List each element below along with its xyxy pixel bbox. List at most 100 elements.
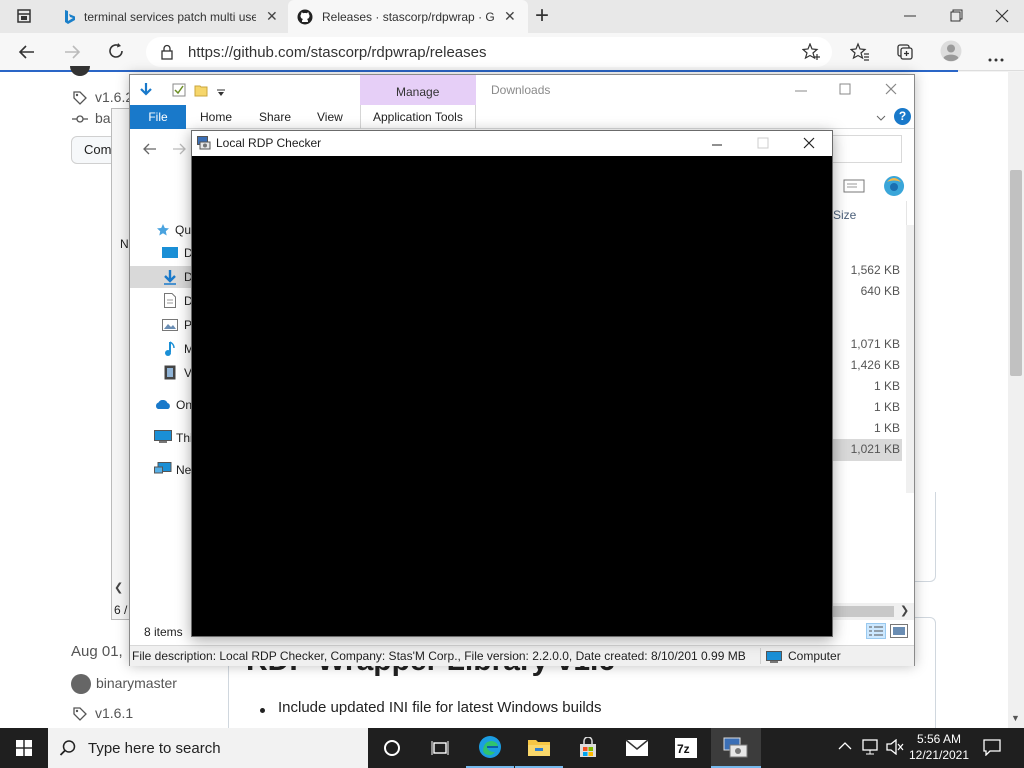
tab-github-releases[interactable]: Releases · stascorp/rdpwrap · Git ✕ xyxy=(288,0,528,33)
tab-file-label: File xyxy=(148,110,168,124)
preview-pane-icon[interactable] xyxy=(843,179,865,196)
avatar xyxy=(70,66,90,76)
rdp-checker-taskbar-icon[interactable] xyxy=(711,728,761,768)
file-size: 1 KB xyxy=(873,400,900,414)
details-view-icon[interactable] xyxy=(866,623,886,642)
back-arrow-icon[interactable] xyxy=(17,42,37,65)
forward-arrow-icon[interactable] xyxy=(62,42,82,65)
tab-title: Releases · stascorp/rdpwrap · Git xyxy=(322,9,494,24)
page-scrollbar-thumb[interactable] xyxy=(1010,170,1022,376)
mail-icon[interactable] xyxy=(613,728,661,768)
more-menu-icon[interactable] xyxy=(988,51,1004,65)
restore-icon[interactable] xyxy=(944,8,968,24)
file-size: 1 KB xyxy=(873,379,900,393)
close-window-icon[interactable] xyxy=(990,8,1014,24)
clock-date: 12/21/2021 xyxy=(908,748,970,762)
customize-dropdown-icon[interactable] xyxy=(216,86,226,100)
profile-avatar[interactable] xyxy=(940,40,962,65)
help-icon[interactable]: ? xyxy=(894,108,911,125)
music-icon xyxy=(164,341,176,360)
file-explorer-icon[interactable] xyxy=(515,728,563,768)
page-status-text: 6 / xyxy=(114,603,128,617)
new-tab-button[interactable]: + xyxy=(535,2,549,30)
scroll-down-arrow[interactable]: ▼ xyxy=(1011,713,1020,723)
network-icon[interactable] xyxy=(862,739,880,758)
lock-icon[interactable] xyxy=(160,44,174,64)
rdp-app-icon xyxy=(197,136,211,153)
release-tag-bottom[interactable]: v1.6.1 xyxy=(95,705,133,721)
windows-start-icon[interactable] xyxy=(0,728,48,768)
collections-icon[interactable] xyxy=(895,42,915,65)
edge-icon[interactable] xyxy=(466,728,514,768)
tab-file[interactable]: File xyxy=(130,105,186,129)
search-placeholder: Type here to search xyxy=(88,739,221,757)
chevron-down-icon[interactable] xyxy=(876,111,886,125)
quick-access-down-icon[interactable] xyxy=(138,82,154,101)
tab-bing-search[interactable]: terminal services patch multi use ✕ xyxy=(56,0,284,33)
branch-text[interactable]: ba xyxy=(95,110,111,126)
nav-item-network[interactable]: Ne xyxy=(154,459,194,479)
tab-share[interactable]: Share xyxy=(259,105,291,129)
taskbar: Type here to search 7z 5:56 AM 12/21/202… xyxy=(0,728,1024,768)
store-icon[interactable] xyxy=(564,728,612,768)
task-view-icon[interactable] xyxy=(416,728,464,768)
close-window-icon[interactable] xyxy=(885,83,897,98)
tab-view[interactable]: View xyxy=(317,105,343,129)
volume-icon[interactable] xyxy=(886,738,904,758)
video-icon xyxy=(164,365,176,383)
nav-item-quick-access[interactable]: Qu xyxy=(156,221,196,241)
back-arrow-icon[interactable] xyxy=(143,143,157,158)
rdp-session-area[interactable] xyxy=(192,156,832,636)
close-tab-icon[interactable]: ✕ xyxy=(266,8,278,25)
author-name[interactable]: binarymaster xyxy=(96,675,177,691)
action-center-icon[interactable] xyxy=(983,739,1001,759)
close-tab-icon[interactable]: ✕ xyxy=(504,8,516,25)
forward-arrow-icon[interactable] xyxy=(172,143,186,158)
release-note: Include updated INI file for latest Wind… xyxy=(278,699,602,716)
computer-icon xyxy=(154,430,172,447)
taskbar-search[interactable]: Type here to search xyxy=(48,728,368,768)
maximize-icon[interactable] xyxy=(839,83,851,98)
scroll-right-arrow[interactable]: ❯ xyxy=(900,604,909,617)
tab-home[interactable]: Home xyxy=(200,105,232,129)
show-hidden-icons[interactable] xyxy=(838,740,852,754)
horizontal-scrollbar[interactable]: ❯ xyxy=(830,603,914,620)
tab-title: terminal services patch multi use xyxy=(84,9,256,24)
clock[interactable]: 5:56 AM 12/21/2021 xyxy=(904,731,974,765)
add-favorite-icon[interactable] xyxy=(801,42,822,65)
minimize-icon[interactable] xyxy=(711,139,723,153)
large-icons-view-icon[interactable] xyxy=(890,624,908,641)
properties-icon[interactable] xyxy=(172,83,186,100)
horizontal-scrollbar-thumb[interactable] xyxy=(830,606,894,617)
nav-item-downloads[interactable]: D xyxy=(130,266,193,288)
refresh-icon[interactable] xyxy=(106,41,126,64)
minimize-icon[interactable] xyxy=(898,8,922,24)
network-icon xyxy=(154,462,172,479)
search-box[interactable] xyxy=(830,135,902,163)
svg-text:7z: 7z xyxy=(677,742,690,756)
nav-label: Qu xyxy=(175,223,192,237)
maximize-icon-disabled xyxy=(757,137,769,152)
favorites-icon[interactable] xyxy=(849,42,870,65)
list-vertical-scrollbar[interactable] xyxy=(906,225,914,493)
release-tag-top[interactable]: v1.6.2 xyxy=(95,89,133,105)
new-folder-icon[interactable] xyxy=(194,83,208,100)
close-window-icon[interactable] xyxy=(803,137,815,152)
search-icon xyxy=(48,739,88,757)
column-header-size[interactable]: Size xyxy=(833,208,856,222)
tab-actions-icon[interactable] xyxy=(16,8,32,24)
rdp-checker-titlebar[interactable]: Local RDP Checker xyxy=(192,131,832,156)
nav-item-this-pc[interactable]: Thi xyxy=(154,427,194,447)
nav-item-onedrive[interactable]: On xyxy=(154,395,194,415)
items-count: 8 items xyxy=(144,625,183,639)
file-description: File description: Local RDP Checker, Com… xyxy=(132,649,746,663)
tab-application-tools[interactable]: Application Tools xyxy=(373,105,463,129)
scroll-left-arrow[interactable]: ❮ xyxy=(114,581,123,594)
pictures-icon xyxy=(162,319,178,334)
address-bar[interactable]: https://github.com/stascorp/rdpwrap/rele… xyxy=(146,37,832,67)
list-header: N xyxy=(120,237,129,251)
media-player-icon[interactable] xyxy=(882,175,906,200)
7zip-icon[interactable]: 7z xyxy=(662,728,710,768)
cortana-icon[interactable] xyxy=(368,728,416,768)
minimize-icon[interactable] xyxy=(794,85,808,99)
